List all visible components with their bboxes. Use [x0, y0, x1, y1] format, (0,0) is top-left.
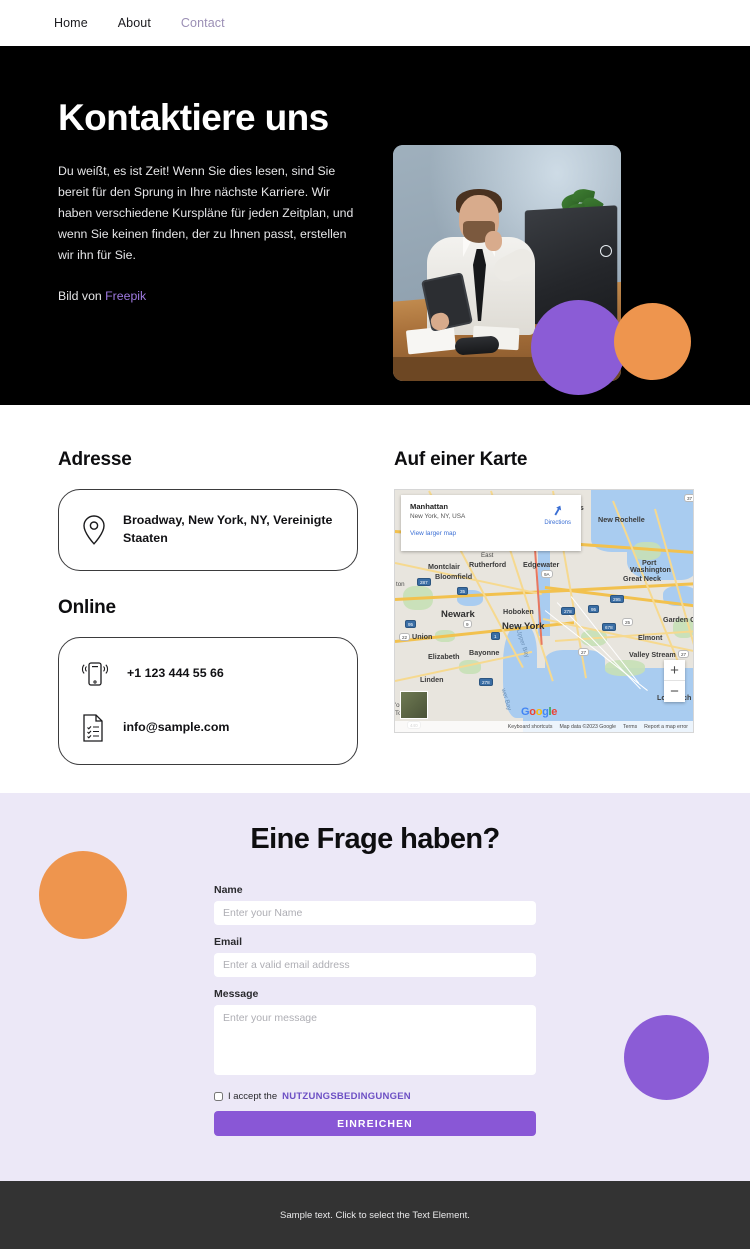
- email-label: Email: [214, 936, 243, 948]
- zoom-in-button[interactable]: +: [664, 660, 685, 681]
- directions-arrow-icon: [554, 505, 562, 516]
- decor-circle-purple-hero: [531, 300, 626, 395]
- map-street-view-thumbnail[interactable]: [400, 691, 428, 719]
- directions-label: Directions: [544, 520, 571, 526]
- nav-item-contact[interactable]: Contact: [181, 16, 225, 30]
- decor-circle-orange-form: [39, 851, 127, 939]
- document-list-icon: [79, 712, 107, 744]
- decor-circle-orange-hero: [614, 303, 691, 380]
- speaker-device: [454, 335, 500, 356]
- contact-details-column: Adresse Broadway, New York, NY, Vereinig…: [58, 449, 358, 765]
- address-heading: Adresse: [58, 449, 132, 470]
- page-title: Kontaktiere uns: [58, 97, 329, 138]
- name-field-group: Name: [214, 884, 536, 925]
- contact-form: Name Email Message I accept the NUTZUNGS…: [214, 884, 536, 1136]
- email-value[interactable]: info@sample.com: [123, 719, 229, 737]
- mobile-phone-icon: [79, 658, 111, 690]
- footer: Sample text. Click to select the Text El…: [0, 1181, 750, 1249]
- terms-link[interactable]: Terms: [623, 724, 637, 730]
- image-credit: Bild von Freepik: [58, 289, 363, 303]
- image-credit-prefix: Bild von: [58, 289, 106, 304]
- map-heading: Auf einer Karte: [394, 449, 528, 470]
- online-heading: Online: [58, 596, 116, 618]
- report-map-error-link[interactable]: Report a map error: [644, 724, 688, 730]
- address-card: Broadway, New York, NY, Vereinigte Staat…: [58, 489, 358, 571]
- email-row: info@sample.com: [79, 712, 337, 744]
- message-field-group: Message: [214, 988, 536, 1080]
- map-zoom-controls[interactable]: + −: [664, 660, 685, 702]
- top-navigation: Home About Contact: [0, 0, 750, 46]
- keyboard-shortcuts-link[interactable]: Keyboard shortcuts: [508, 724, 553, 730]
- hero-copy: Kontaktiere uns Du weißt, es ist Zeit! W…: [58, 97, 363, 303]
- monitor-ring: [600, 245, 612, 257]
- map-column: Auf einer Karte New Rochelle East Ruther…: [394, 449, 694, 765]
- nav-item-home[interactable]: Home: [54, 16, 88, 30]
- form-title: Eine Frage haben?: [250, 823, 500, 855]
- view-larger-map-link[interactable]: View larger map: [410, 530, 572, 537]
- name-label: Name: [214, 884, 243, 896]
- phone-value[interactable]: +1 123 444 55 66: [127, 665, 224, 683]
- submit-button[interactable]: EINREICHEN: [214, 1111, 536, 1136]
- name-input[interactable]: [214, 901, 536, 925]
- footer-text[interactable]: Sample text. Click to select the Text El…: [280, 1210, 470, 1221]
- online-card: +1 123 444 55 66 info@sample.com: [58, 636, 358, 765]
- nav-item-about[interactable]: About: [118, 16, 151, 30]
- person-hand: [485, 231, 502, 251]
- address-value: Broadway, New York, NY, Vereinigte Staat…: [123, 513, 333, 545]
- zoom-out-button[interactable]: −: [664, 681, 685, 702]
- map-data-text: Map data ©2023 Google: [559, 723, 617, 730]
- directions-button[interactable]: Directions: [544, 503, 571, 526]
- hero-paragraph: Du weißt, es ist Zeit! Wenn Sie dies les…: [58, 163, 354, 263]
- consent-row: I accept the NUTZUNGSBEDINGUNGEN: [214, 1091, 536, 1102]
- question-form-section: Eine Frage haben? Name Email Message I a…: [0, 793, 750, 1181]
- phone-row: +1 123 444 55 66: [79, 658, 337, 690]
- hero-section: Kontaktiere uns Du weißt, es ist Zeit! W…: [0, 46, 750, 405]
- message-label: Message: [214, 988, 259, 1000]
- decor-circle-purple-form: [624, 1015, 709, 1100]
- map-info-card: Manhattan New York, NY, USA View larger …: [401, 495, 581, 551]
- google-logo: Google: [521, 706, 558, 718]
- location-pin-icon: [81, 514, 107, 546]
- terms-checkbox[interactable]: [214, 1092, 223, 1101]
- email-field-group: Email: [214, 936, 536, 977]
- freepik-link[interactable]: Freepik: [105, 289, 146, 303]
- google-map[interactable]: Paramus ers New Rochelle East Rutherford…: [394, 489, 694, 733]
- address-row: Broadway, New York, NY, Vereinigte Staat…: [81, 512, 335, 548]
- contact-section: Adresse Broadway, New York, NY, Vereinig…: [0, 405, 750, 793]
- email-input[interactable]: [214, 953, 536, 977]
- consent-text: I accept the: [228, 1091, 278, 1102]
- map-attribution-bar: Keyboard shortcuts Map data ©2023 Google…: [395, 721, 693, 732]
- terms-link[interactable]: NUTZUNGSBEDINGUNGEN: [282, 1091, 411, 1102]
- message-textarea[interactable]: [214, 1005, 536, 1075]
